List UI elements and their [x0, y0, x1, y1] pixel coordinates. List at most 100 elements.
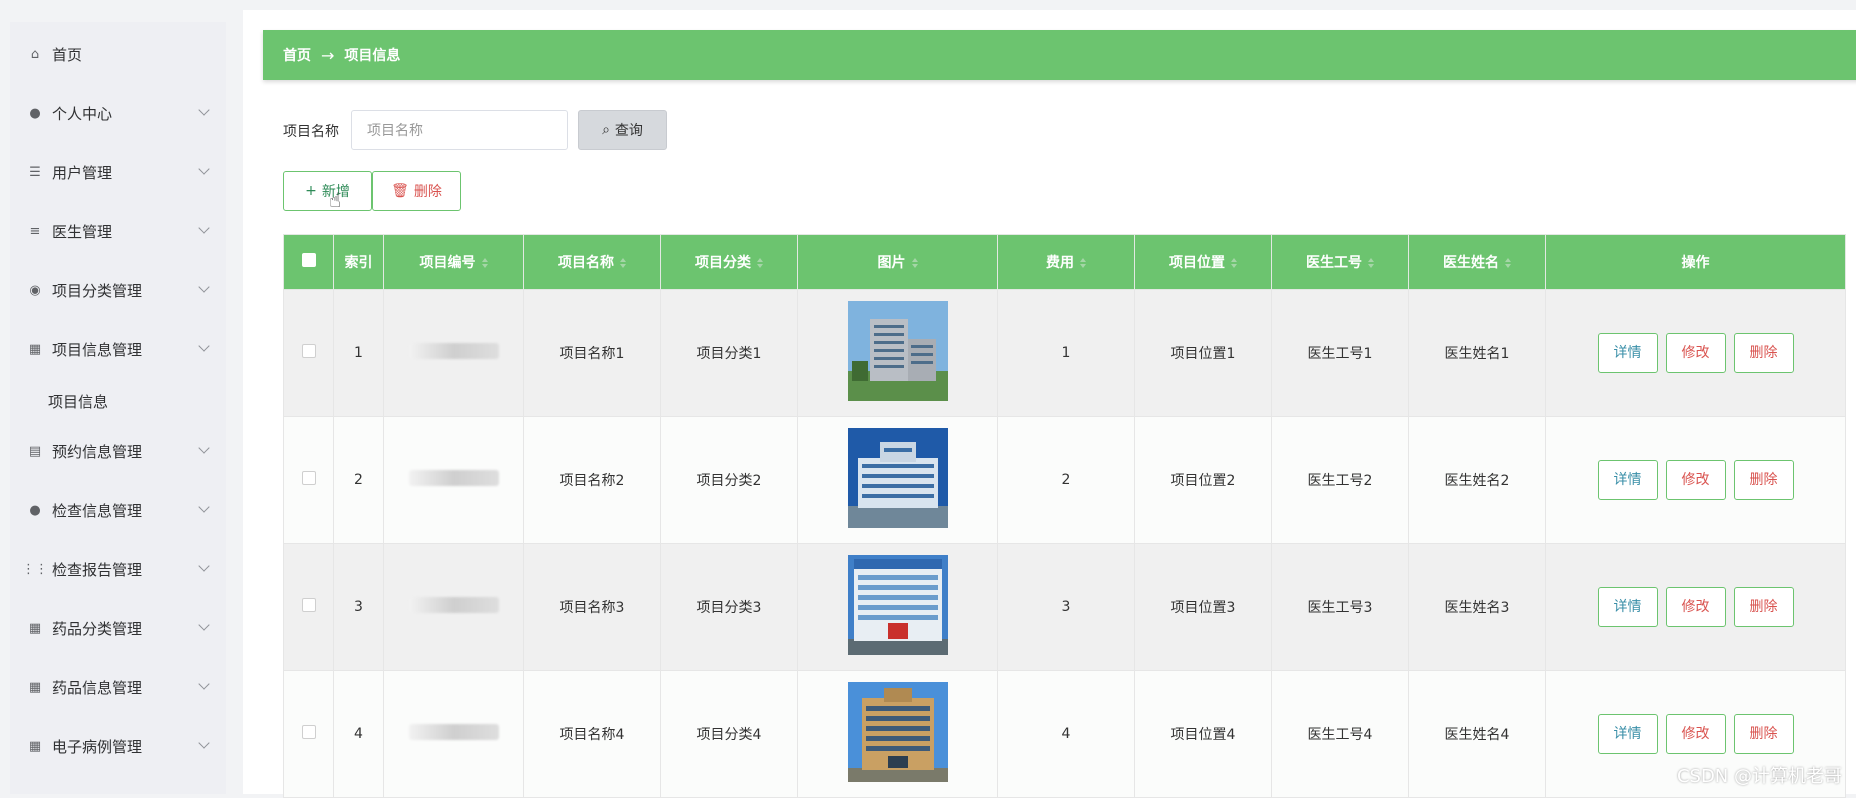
- delete-button-label: 删除: [414, 181, 442, 201]
- sidebar-item-user-management[interactable]: ☰ 用户管理: [28, 157, 208, 187]
- search-input[interactable]: 项目名称: [351, 110, 568, 150]
- sidebar-item-project-info[interactable]: ▦ 项目信息管理: [28, 334, 208, 364]
- chevron-down-icon: [198, 501, 209, 512]
- select-all-checkbox[interactable]: [302, 253, 316, 267]
- sidebar-item-label: 检查信息管理: [52, 500, 142, 521]
- sidebar-item-personal-center[interactable]: ● 个人中心: [28, 98, 208, 128]
- sort-icon[interactable]: [482, 258, 488, 268]
- sidebar-item-appointment[interactable]: ▤ 预约信息管理: [28, 436, 208, 466]
- sidebar-item-label: 个人中心: [52, 103, 112, 124]
- header-label: 医生工号: [1306, 255, 1362, 271]
- sidebar-item-report[interactable]: ⋮⋮ 检查报告管理: [28, 554, 208, 584]
- blurred-value: [409, 597, 499, 613]
- grid9-icon: ⋮⋮: [28, 562, 42, 576]
- grid-icon: ▦: [28, 680, 42, 694]
- add-button[interactable]: + 新增: [283, 171, 372, 211]
- row-delete-button[interactable]: 删除: [1734, 333, 1794, 373]
- row-select-cell[interactable]: [284, 544, 334, 671]
- sort-icon[interactable]: [1505, 258, 1511, 268]
- header-fee[interactable]: 费用: [998, 235, 1135, 290]
- table-row: 1 项目名称1 项目分类1 1 项目位置1 医生工号1 医生姓名1 详情修改删除: [284, 290, 1846, 417]
- cell-project-name: 项目名称4: [524, 671, 661, 798]
- sidebar-item-label: 检查报告管理: [52, 559, 142, 580]
- sidebar-item-drug-category[interactable]: ▦ 药品分类管理: [28, 613, 208, 643]
- breadcrumb: 首页 → 项目信息: [263, 30, 1856, 80]
- header-doctor-name[interactable]: 医生姓名: [1409, 235, 1546, 290]
- row-checkbox[interactable]: [302, 725, 316, 739]
- table-row: 2 项目名称2 项目分类2 2 项目位置2 医生工号2 医生姓名2 详情修改删除: [284, 417, 1846, 544]
- sidebar-item-examination[interactable]: ● 检查信息管理: [28, 495, 208, 525]
- sidebar-item-label: 药品分类管理: [52, 618, 142, 639]
- search-button[interactable]: ⌕ 查询: [578, 110, 667, 150]
- sort-icon[interactable]: [912, 258, 918, 268]
- detail-button[interactable]: 详情: [1598, 714, 1658, 754]
- row-delete-button[interactable]: 删除: [1734, 587, 1794, 627]
- cell-project-name: 项目名称1: [524, 290, 661, 417]
- sidebar-item-label: 项目信息管理: [52, 339, 142, 360]
- cell-location: 项目位置3: [1135, 544, 1272, 671]
- detail-button[interactable]: 详情: [1598, 333, 1658, 373]
- cell-project-category: 项目分类1: [661, 290, 798, 417]
- cell-actions: 详情修改删除: [1546, 417, 1846, 544]
- row-delete-button[interactable]: 删除: [1734, 714, 1794, 754]
- sidebar-item-doctor-management[interactable]: ≡ 医生管理: [28, 216, 208, 246]
- detail-button[interactable]: 详情: [1598, 587, 1658, 627]
- header-project-name[interactable]: 项目名称: [524, 235, 661, 290]
- blurred-value: [409, 470, 499, 486]
- cell-project-name: 项目名称3: [524, 544, 661, 671]
- cell-index: 1: [334, 290, 384, 417]
- row-checkbox[interactable]: [302, 471, 316, 485]
- cell-location: 项目位置2: [1135, 417, 1272, 544]
- row-checkbox[interactable]: [302, 598, 316, 612]
- chevron-down-icon: [198, 560, 209, 571]
- edit-button[interactable]: 修改: [1666, 714, 1726, 754]
- edit-button[interactable]: 修改: [1666, 460, 1726, 500]
- cell-index: 3: [334, 544, 384, 671]
- hospital-building-image: [848, 682, 948, 782]
- delete-button[interactable]: 🗑 删除: [372, 171, 461, 211]
- table-header-row: 索引 项目编号 项目名称 项目分类 图片 费用 项目位置 医生工号 医生姓名 操…: [284, 235, 1846, 290]
- sort-icon[interactable]: [1231, 258, 1237, 268]
- row-delete-button[interactable]: 删除: [1734, 460, 1794, 500]
- hospital-building-image: [848, 301, 948, 401]
- header-doctor-id[interactable]: 医生工号: [1272, 235, 1409, 290]
- chevron-down-icon: [198, 340, 209, 351]
- sidebar-item-drug-info[interactable]: ▦ 药品信息管理: [28, 672, 208, 702]
- sidebar-item-label: 电子病例管理: [52, 736, 142, 757]
- cell-picture: [798, 544, 998, 671]
- row-select-cell[interactable]: [284, 290, 334, 417]
- chevron-down-icon: [198, 222, 209, 233]
- search-label: 项目名称: [283, 121, 339, 141]
- header-picture[interactable]: 图片: [798, 235, 998, 290]
- cell-picture: [798, 417, 998, 544]
- home-icon: ⌂: [28, 47, 42, 61]
- edit-button[interactable]: 修改: [1666, 333, 1726, 373]
- cell-doctor-id: 医生工号1: [1272, 290, 1409, 417]
- chevron-down-icon: [198, 442, 209, 453]
- header-location[interactable]: 项目位置: [1135, 235, 1272, 290]
- sort-icon[interactable]: [1368, 258, 1374, 268]
- row-select-cell[interactable]: [284, 417, 334, 544]
- row-select-cell[interactable]: [284, 671, 334, 798]
- select-all-header[interactable]: [284, 235, 334, 290]
- table-row: 4 项目名称4 项目分类4 4 项目位置4 医生工号4 医生姓名4 详情修改删除: [284, 671, 1846, 798]
- chevron-down-icon: [198, 619, 209, 630]
- clipboard-icon: ▤: [28, 444, 42, 458]
- header-label: 医生姓名: [1443, 255, 1499, 271]
- sort-icon[interactable]: [757, 258, 763, 268]
- breadcrumb-home[interactable]: 首页: [283, 45, 311, 65]
- header-project-category[interactable]: 项目分类: [661, 235, 798, 290]
- sidebar-item-medical-record[interactable]: ▦ 电子病例管理: [28, 731, 208, 761]
- edit-button[interactable]: 修改: [1666, 587, 1726, 627]
- sidebar-item-project-category[interactable]: ◉ 项目分类管理: [28, 275, 208, 305]
- sort-icon[interactable]: [1080, 258, 1086, 268]
- sliders-icon: ☰: [28, 165, 42, 179]
- row-checkbox[interactable]: [302, 344, 316, 358]
- chevron-down-icon: [198, 678, 209, 689]
- cell-location: 项目位置4: [1135, 671, 1272, 798]
- sidebar-item-home[interactable]: ⌂ 首页: [28, 39, 208, 69]
- header-project-id[interactable]: 项目编号: [384, 235, 524, 290]
- detail-button[interactable]: 详情: [1598, 460, 1658, 500]
- sort-icon[interactable]: [620, 258, 626, 268]
- sidebar-subitem-project-info[interactable]: 项目信息: [48, 391, 108, 412]
